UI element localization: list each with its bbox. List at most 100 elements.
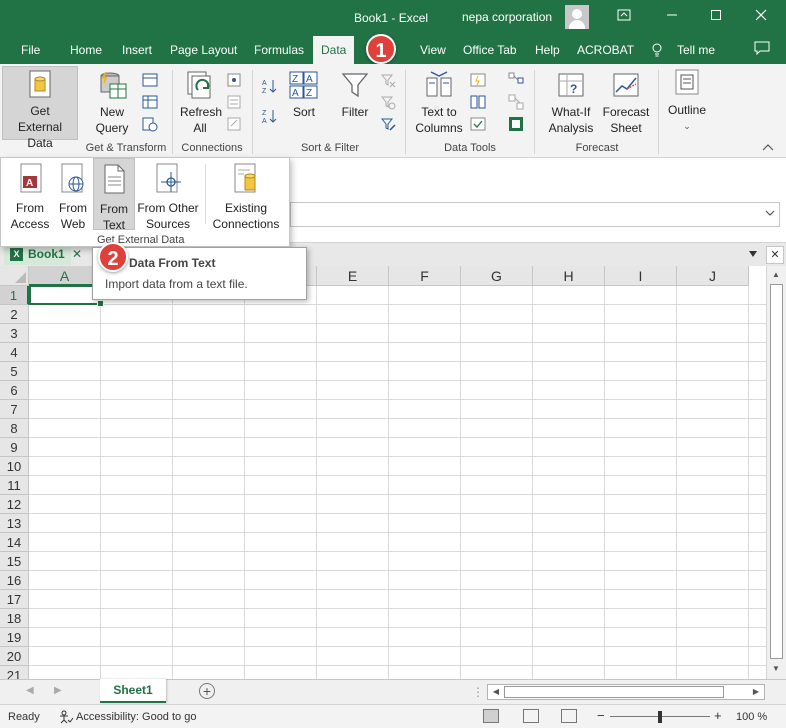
column-header-a[interactable]: A (29, 266, 101, 286)
new-query-button[interactable]: New Query (88, 70, 136, 136)
sort-button[interactable]: Z A A Z Sort (286, 70, 322, 120)
from-web-button[interactable]: From Web (55, 162, 91, 232)
formula-bar-input[interactable] (290, 202, 780, 227)
row-header-12[interactable]: 12 (0, 495, 29, 514)
horizontal-scroll-thumb[interactable] (504, 686, 724, 698)
tab-office-tab[interactable]: Office Tab (463, 43, 517, 57)
zoom-out-icon[interactable]: − (597, 708, 605, 723)
cell-grid[interactable] (29, 286, 766, 679)
sort-a-to-z-icon[interactable]: AZ (262, 78, 278, 94)
tab-formulas[interactable]: Formulas (254, 43, 304, 57)
page-layout-view-icon[interactable] (523, 709, 539, 723)
tab-help[interactable]: Help (535, 43, 560, 57)
row-header-13[interactable]: 13 (0, 514, 29, 533)
from-access-button[interactable]: A From Access (7, 162, 53, 232)
row-header-6[interactable]: 6 (0, 381, 29, 400)
from-text-button[interactable]: From Text (93, 158, 135, 232)
spreadsheet-grid[interactable]: ABCDEFGHIJ 12345678910111213141516171819… (0, 266, 766, 679)
sheet-tab-sheet1[interactable]: Sheet1 (100, 679, 166, 703)
expand-formula-bar-icon[interactable] (765, 206, 775, 220)
scroll-down-icon[interactable]: ▼ (769, 662, 783, 676)
connections-icon[interactable] (226, 72, 242, 88)
advanced-filter-icon[interactable] (380, 116, 396, 132)
tab-view[interactable]: View (420, 43, 446, 57)
vertical-scrollbar[interactable]: ▲ ▼ (766, 266, 786, 679)
column-header-e[interactable]: E (317, 266, 389, 286)
row-header-17[interactable]: 17 (0, 590, 29, 609)
zoom-level[interactable]: 100 % (736, 711, 767, 723)
row-header-10[interactable]: 10 (0, 457, 29, 476)
row-header-1[interactable]: 1 (0, 286, 29, 305)
show-queries-icon[interactable] (142, 72, 158, 88)
scroll-left-icon[interactable]: ◀ (489, 685, 503, 699)
normal-view-icon[interactable] (483, 709, 499, 723)
row-header-16[interactable]: 16 (0, 571, 29, 590)
clear-filter-icon[interactable] (380, 72, 396, 88)
row-header-8[interactable]: 8 (0, 419, 29, 438)
what-if-analysis-button[interactable]: ? What-If Analysis (542, 70, 600, 136)
close-workbook-icon[interactable]: ✕ (72, 247, 82, 261)
prev-sheet-icon[interactable]: ◀ (26, 685, 34, 696)
maximize-icon[interactable] (702, 4, 730, 28)
get-external-data-button[interactable]: Get External Data (2, 66, 78, 150)
outline-button[interactable]: Outline ⌄ (664, 68, 710, 134)
flash-fill-icon[interactable] (470, 72, 486, 88)
remove-duplicates-icon[interactable] (470, 94, 486, 110)
close-icon[interactable] (747, 4, 775, 28)
select-all-corner[interactable] (0, 266, 29, 286)
row-header-21[interactable]: 21 (0, 666, 29, 679)
edit-links-icon[interactable] (226, 116, 242, 132)
tab-file[interactable]: File (21, 43, 40, 57)
user-name[interactable]: nepa corporation (462, 10, 552, 24)
row-header-4[interactable]: 4 (0, 343, 29, 362)
relationships-icon[interactable] (508, 94, 524, 110)
row-header-5[interactable]: 5 (0, 362, 29, 381)
data-validation-icon[interactable] (470, 116, 486, 132)
recent-sources-icon[interactable] (142, 116, 158, 132)
accessibility-icon[interactable] (58, 710, 74, 727)
column-header-f[interactable]: F (389, 266, 461, 286)
row-header-11[interactable]: 11 (0, 476, 29, 495)
next-sheet-icon[interactable]: ▶ (54, 685, 62, 696)
filter-button[interactable]: Filter (336, 70, 374, 120)
horizontal-scrollbar[interactable]: ◀ ▶ (487, 684, 765, 700)
column-header-i[interactable]: I (605, 266, 677, 286)
scroll-right-icon[interactable]: ▶ (749, 685, 763, 699)
scroll-up-icon[interactable]: ▲ (769, 268, 783, 282)
row-header-7[interactable]: 7 (0, 400, 29, 419)
row-header-2[interactable]: 2 (0, 305, 29, 324)
column-header-j[interactable]: J (677, 266, 749, 286)
zoom-slider-thumb[interactable] (658, 711, 662, 723)
forecast-sheet-button[interactable]: Forecast Sheet (602, 70, 650, 136)
row-header-20[interactable]: 20 (0, 647, 29, 666)
row-header-18[interactable]: 18 (0, 609, 29, 628)
row-header-14[interactable]: 14 (0, 533, 29, 552)
row-header-15[interactable]: 15 (0, 552, 29, 571)
accessibility-status[interactable]: Accessibility: Good to go (76, 711, 196, 723)
zoom-in-icon[interactable]: + (714, 708, 722, 723)
row-header-19[interactable]: 19 (0, 628, 29, 647)
manage-data-model-icon[interactable] (508, 116, 524, 132)
tab-insert[interactable]: Insert (122, 43, 152, 57)
column-header-g[interactable]: G (461, 266, 533, 286)
new-sheet-icon[interactable]: + (199, 683, 215, 699)
user-avatar[interactable] (565, 5, 589, 29)
tab-home[interactable]: Home (70, 43, 102, 57)
consolidate-icon[interactable] (508, 72, 524, 88)
column-header-h[interactable]: H (533, 266, 605, 286)
sort-z-to-a-icon[interactable]: ZA (262, 108, 278, 124)
existing-connections-button[interactable]: Existing Connections (209, 162, 283, 232)
page-break-view-icon[interactable] (561, 709, 577, 723)
workbook-list-icon[interactable] (744, 246, 762, 264)
minimize-icon[interactable] (658, 4, 686, 28)
tab-data[interactable]: Data (313, 36, 355, 64)
workbook-tab[interactable]: X Book1 (4, 245, 71, 265)
close-all-icon[interactable]: ✕ (766, 246, 784, 264)
row-header-9[interactable]: 9 (0, 438, 29, 457)
ribbon-display-options-icon[interactable] (610, 4, 638, 28)
tab-acrobat[interactable]: ACROBAT (577, 43, 634, 57)
lightbulb-icon[interactable] (651, 43, 663, 60)
tab-split-handle[interactable]: ⋮ (472, 685, 484, 699)
tab-tell-me[interactable]: Tell me (677, 43, 715, 57)
collapse-ribbon-icon[interactable] (762, 140, 774, 154)
